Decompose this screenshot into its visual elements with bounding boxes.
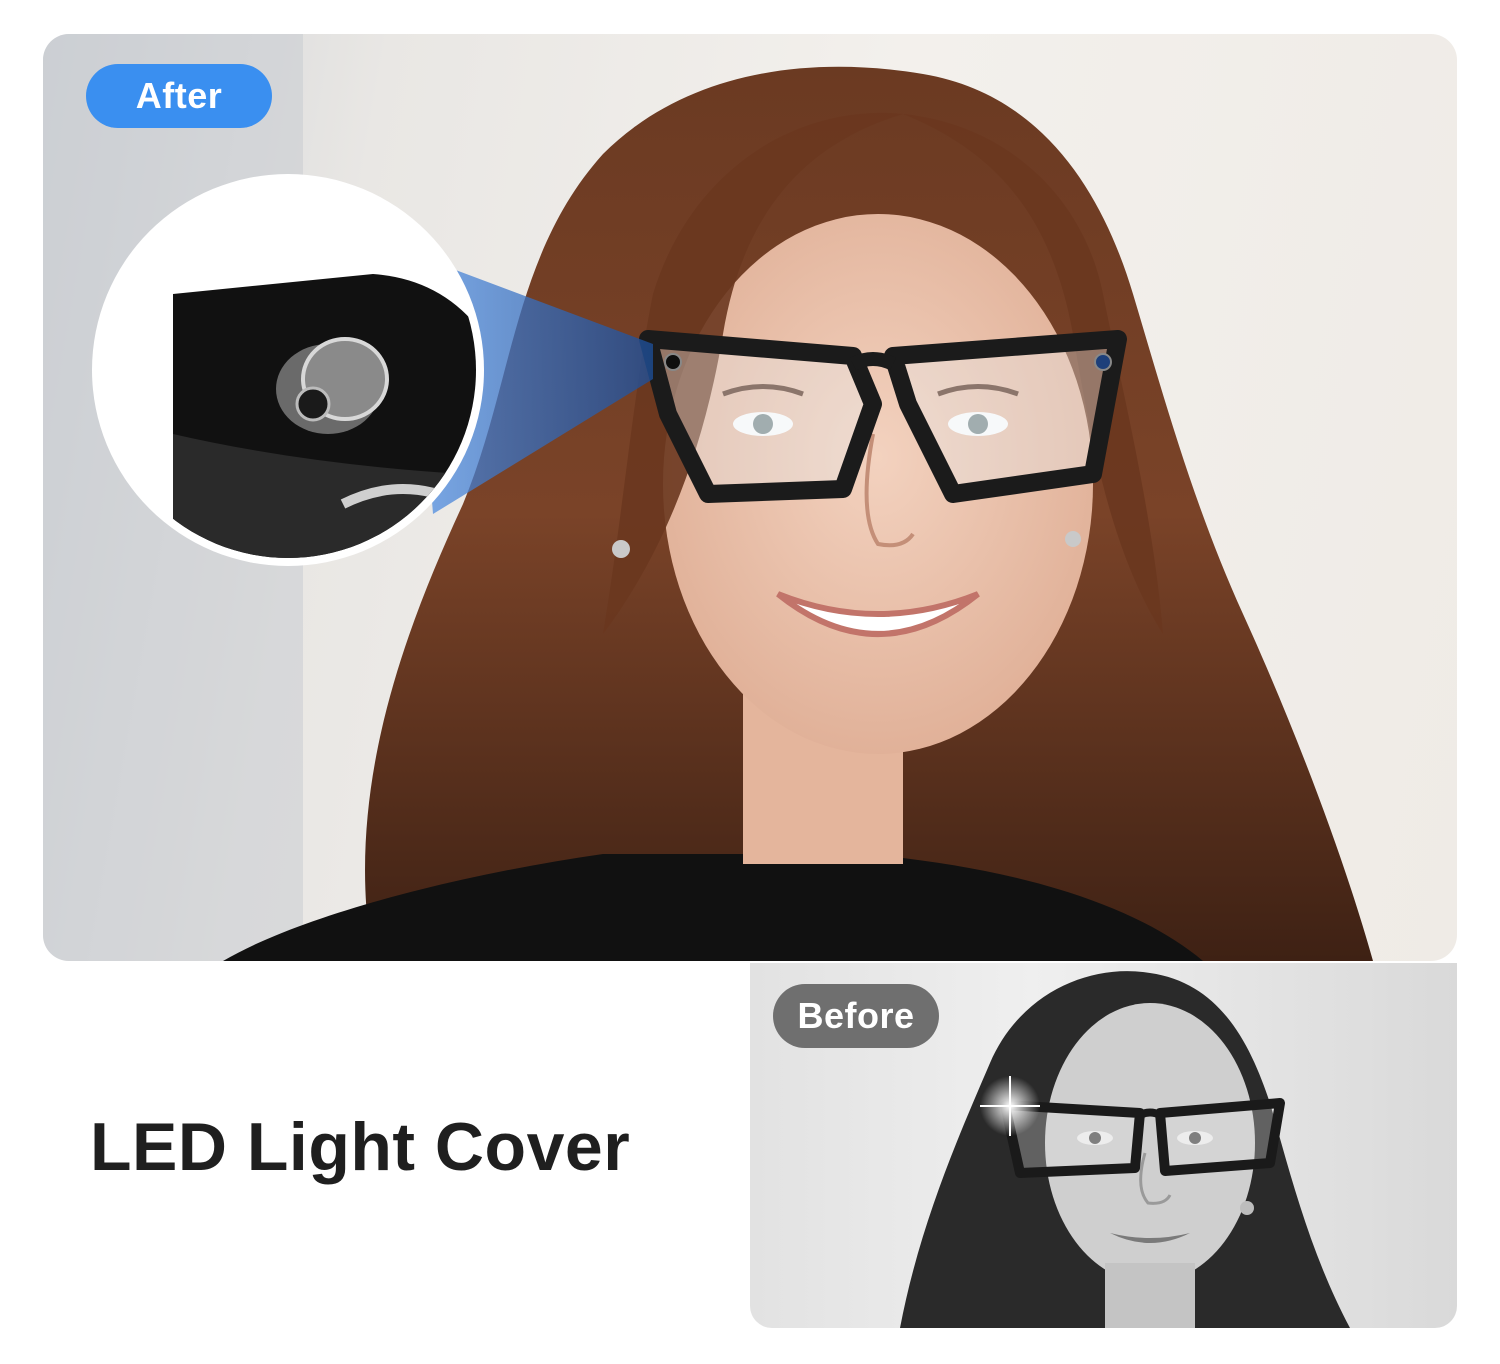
headline: LED Light Cover: [90, 1109, 631, 1185]
before-badge: Before: [773, 984, 939, 1048]
after-photo-illustration: [43, 34, 1373, 961]
before-badge-label: Before: [797, 995, 915, 1036]
product-comparison-image: After LED Light Cover Before: [0, 0, 1500, 1364]
after-badge: After: [86, 64, 272, 128]
camera-lens-left: [664, 353, 682, 371]
left-earring: [612, 540, 630, 558]
right-earring: [1065, 531, 1081, 547]
after-badge-label: After: [135, 75, 223, 116]
camera-lens-right: [1094, 353, 1112, 371]
after-photo: [43, 34, 1457, 961]
